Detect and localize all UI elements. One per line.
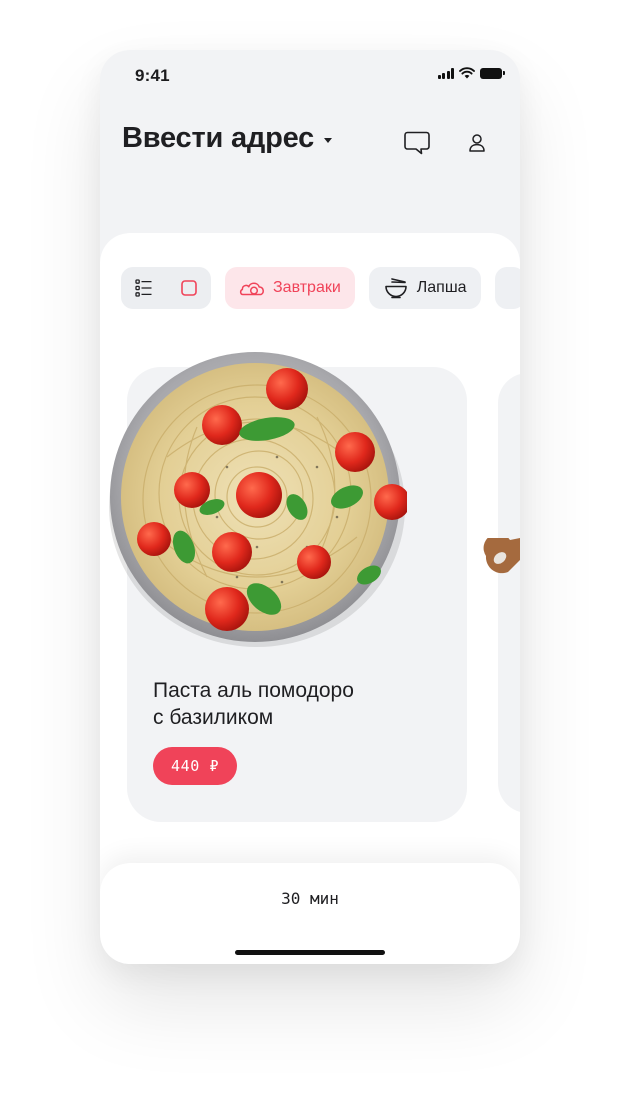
filter-chip-breakfast[interactable]: Завтраки — [225, 267, 355, 309]
card-view-button[interactable] — [166, 267, 211, 309]
product-title-line: Паста аль помодоро — [153, 679, 354, 702]
delivery-time: 30 мин — [281, 889, 339, 908]
chat-button[interactable] — [402, 128, 432, 158]
battery-icon — [480, 67, 505, 79]
product-title-line: с базиликом — [153, 706, 274, 729]
filter-chip-more[interactable] — [494, 267, 520, 309]
filter-chip-label: Лапша — [416, 279, 467, 296]
breakfast-icon — [239, 282, 264, 296]
header: Ввести адрес — [122, 122, 498, 162]
user-icon — [469, 134, 485, 152]
chat-bubble-icon — [404, 131, 430, 155]
cellular-signal-icon — [437, 67, 454, 79]
price-button[interactable]: 440 ₽ — [153, 747, 238, 785]
category-filters: Завтраки Лапша — [121, 267, 520, 309]
status-icons — [437, 67, 505, 79]
delivery-bar[interactable]: 30 мин — [100, 863, 520, 964]
filter-chip-noodles[interactable]: Лапша — [368, 267, 481, 309]
address-title: Ввести адрес — [122, 122, 315, 154]
filter-chip-label: Завтраки — [273, 279, 341, 296]
caret-down-icon — [324, 138, 333, 143]
profile-button[interactable] — [462, 128, 492, 158]
phone-screen: 9:41 Ввести адрес Завтраки Лапша Паста а… — [100, 50, 520, 964]
pasta-dish-image — [109, 352, 407, 647]
address-selector[interactable]: Ввести адрес — [122, 122, 333, 155]
list-view-icon — [134, 279, 151, 297]
content-sheet: Завтраки Лапша Паста аль помодоро с бази… — [100, 233, 520, 913]
home-indicator[interactable] — [235, 950, 385, 955]
view-toggle — [121, 267, 211, 309]
card-view-icon — [180, 280, 197, 296]
list-view-button[interactable] — [121, 267, 166, 309]
wooden-spoon-image — [483, 538, 520, 574]
product-card[interactable]: Паста аль помодоро с базиликом 440 ₽ — [109, 352, 467, 822]
product-title: Паста аль помодоро с базиликом — [153, 677, 433, 731]
noodles-bowl-icon — [384, 278, 407, 299]
wifi-icon — [459, 67, 475, 79]
status-time: 9:41 — [135, 66, 170, 85]
